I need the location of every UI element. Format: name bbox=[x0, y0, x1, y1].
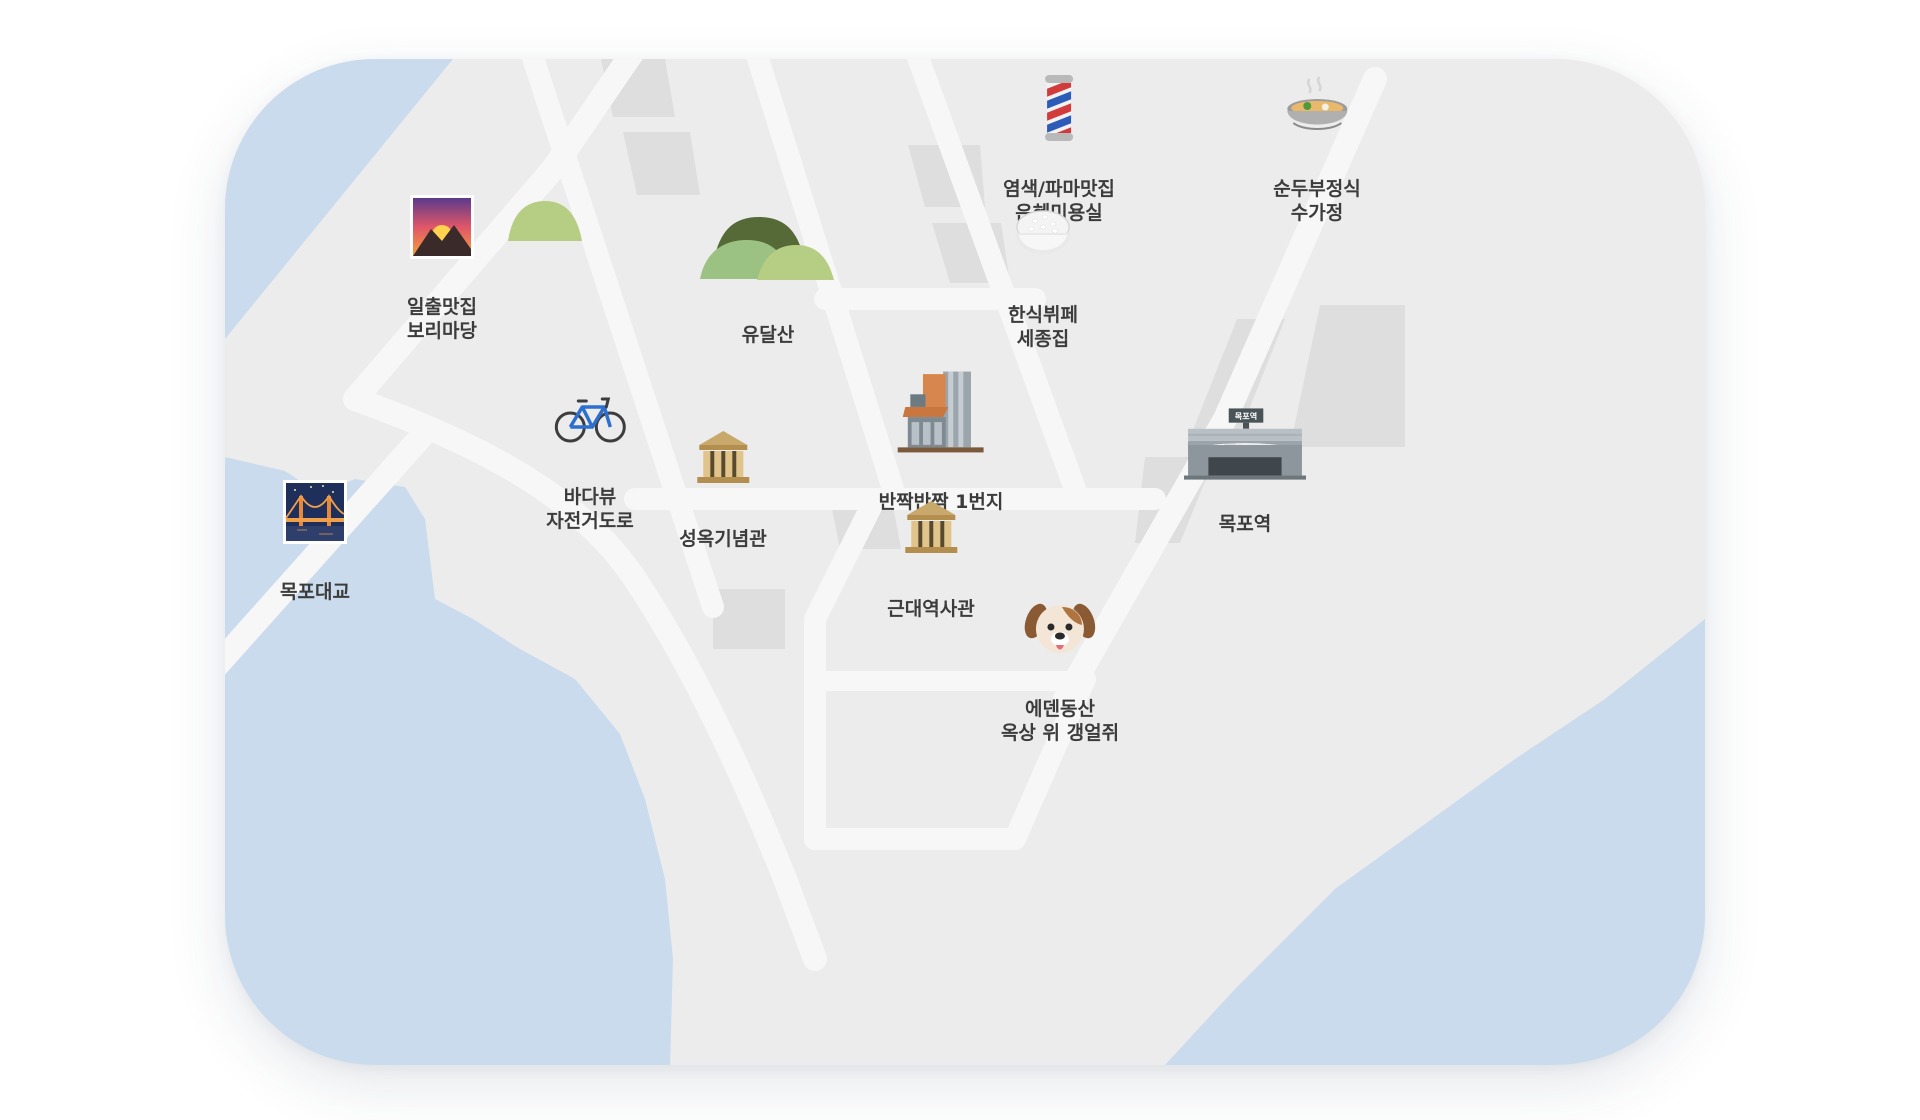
bridge-at-night-icon bbox=[283, 480, 347, 544]
poi-modern-history-hall[interactable]: 근대역사관 bbox=[887, 491, 975, 621]
shop-building-icon bbox=[898, 371, 984, 453]
poi-sublabel: 보리마당 bbox=[407, 320, 477, 342]
block bbox=[713, 589, 785, 649]
sunrise-over-mountains-icon bbox=[410, 195, 474, 259]
poi-label: 한식뷔페 bbox=[1008, 304, 1078, 326]
poi-label: 일출맛집 bbox=[407, 296, 477, 318]
poi-sublabel: 세종집 bbox=[1016, 328, 1070, 350]
stew-pot-icon bbox=[1287, 76, 1347, 130]
poi-label: 바다뷰 bbox=[563, 486, 617, 508]
station-sign-text: 목포역 bbox=[1235, 411, 1257, 421]
rice-bowl-icon bbox=[1015, 210, 1071, 254]
poi-sublabel: 수가정 bbox=[1290, 202, 1344, 224]
bicycle-icon bbox=[554, 397, 626, 443]
poi-sunrise-restaurant[interactable]: 일출맛집 보리마당 bbox=[404, 189, 480, 367]
poi-label: 순두부정식 bbox=[1273, 178, 1361, 200]
poi-label: 성옥기념관 bbox=[679, 528, 767, 550]
barber-pole-icon bbox=[1044, 75, 1073, 141]
poi-yudalsan[interactable]: 유달산 bbox=[742, 293, 794, 347]
poi-label: 목포대교 bbox=[280, 581, 350, 603]
poi-sundubu[interactable]: 순두부정식 수가정 bbox=[1273, 71, 1361, 249]
poi-label: 유달산 bbox=[741, 324, 795, 346]
poi-korean-buffet[interactable]: 한식뷔페 세종집 bbox=[1005, 197, 1081, 375]
classical-building-icon bbox=[905, 501, 957, 553]
poi-bike-road[interactable]: 바다뷰 자전거도로 bbox=[546, 379, 634, 557]
poi-sublabel: 자전거도로 bbox=[546, 510, 634, 532]
poi-label: 에덴동산 bbox=[1025, 698, 1095, 720]
map-canvas[interactable]: 일출맛집 보리마당 유달산 염색/파마맛집 은혜미용실 순두부정식 수가정 한식… bbox=[225, 59, 1705, 1065]
poi-mokpo-station[interactable]: 목포역 목포역 bbox=[1184, 404, 1306, 536]
poi-mokpo-bridge[interactable]: 목포대교 bbox=[277, 474, 353, 604]
dog-face-icon bbox=[1024, 603, 1096, 653]
poi-label: 목포역 bbox=[1218, 513, 1272, 535]
train-station-icon: 목포역 bbox=[1184, 408, 1306, 480]
classical-building-icon bbox=[697, 431, 749, 483]
poi-eden-dongsan-main[interactable]: 에덴동산 옥상 위 갱얼쥐 bbox=[1001, 591, 1119, 769]
poi-seongok-museum[interactable]: 성옥기념관 bbox=[679, 421, 767, 551]
poi-sublabel: 옥상 위 갱얼쥐 bbox=[1000, 722, 1120, 744]
poi-label: 근대역사관 bbox=[887, 598, 975, 620]
